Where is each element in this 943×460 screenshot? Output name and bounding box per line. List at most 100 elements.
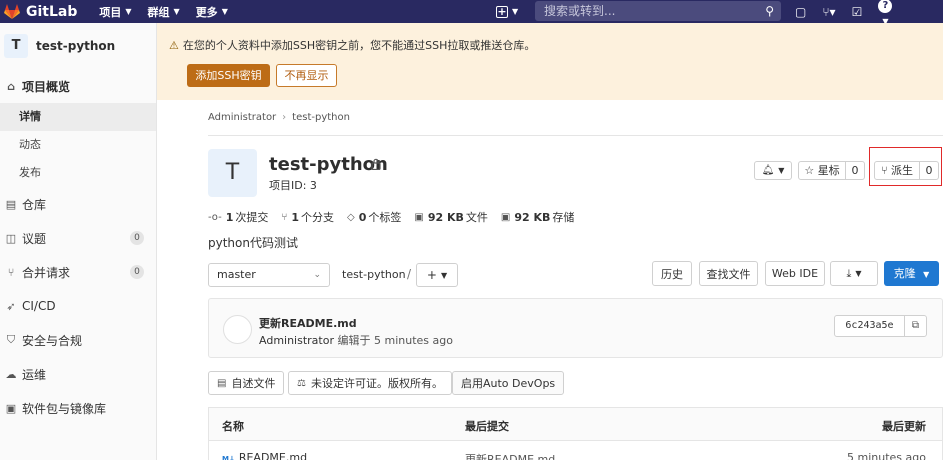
sidebar-item-label: CI/CD (22, 299, 56, 313)
branch-icon: ⑂ (281, 211, 288, 223)
commit-sha[interactable]: 6c243a5e (834, 315, 905, 337)
path-separator: / (407, 267, 412, 281)
dismiss-alert-button[interactable]: 不再显示 (276, 64, 337, 87)
project-sidebar: T test-python ⌂ 项目概览 详情 动态 发布 ▤ 仓库 ◫ 议题 … (0, 23, 157, 460)
sidebar-item-repository[interactable]: ▤ 仓库 (0, 187, 156, 221)
commit-icon: -o- (208, 211, 222, 223)
add-file-dropdown[interactable]: + ▼ (416, 263, 458, 287)
new-item-dropdown[interactable]: + ▼ (496, 3, 524, 20)
commit-action: 编辑于 (337, 334, 371, 347)
readme-label: 自述文件 (231, 377, 276, 390)
nav-projects-label: 项目 (99, 5, 122, 19)
sidebar-project-header[interactable]: T test-python (0, 23, 156, 69)
notification-dropdown[interactable]: 🔔︎ ▼ (754, 161, 792, 180)
sidebar-item-merge-requests[interactable]: ⑂ 合并请求 0 (0, 255, 156, 289)
issues-icon[interactable]: ▢ (795, 5, 806, 19)
stat-branches[interactable]: ⑂ 1 个分支 (281, 209, 334, 225)
sidebar-item-issues[interactable]: ◫ 议题 0 (0, 221, 156, 255)
sidebar-item-operations[interactable]: ☁ 运维 (0, 357, 156, 391)
nav-groups[interactable]: 群组 ▼ (148, 4, 180, 20)
clone-dropdown[interactable]: 克隆 ▼ (884, 261, 939, 286)
sidebar-item-security[interactable]: ⛉ 安全与合规 (0, 323, 156, 357)
highlight-annotation-box (869, 147, 942, 186)
chevron-down-icon: ▼ (855, 269, 862, 278)
file-icon: ▤ (217, 377, 227, 389)
auto-devops-label: 启用Auto DevOps (461, 377, 556, 390)
web-ide-button[interactable]: Web IDE (765, 261, 825, 286)
stat-files[interactable]: ▣ 92 KB 文件 (414, 209, 488, 225)
sidebar-item-label: 项目概览 (22, 79, 71, 94)
sidebar-subitem-details[interactable]: 详情 (0, 103, 156, 131)
star-label-wrap: ☆ 星标 (799, 162, 846, 179)
commit-author[interactable]: Administrator (259, 334, 334, 347)
nav-menu: 项目 ▼ 群组 ▼ 更多 ▼ (99, 4, 243, 20)
branch-selector[interactable]: master ⌄ (208, 263, 330, 287)
lock-icon (371, 158, 381, 170)
tag-icon: ◇ (347, 211, 355, 223)
column-last-update: 最后更新 (882, 420, 926, 433)
add-ssh-key-button[interactable]: 添加SSH密钥 (187, 64, 270, 87)
clone-label: 克隆 (893, 267, 916, 280)
todos-icon[interactable]: ☑ (852, 5, 863, 19)
file-name-cell[interactable]: M↓ README.md (222, 451, 307, 460)
project-stats: -o- 1 次提交 ⑂ 1 个分支 ◇ 0 个标签 ▣ 92 KB 文件 ▣ 92 KB 存储 (208, 209, 587, 225)
brand-name: GitLab (26, 3, 78, 20)
project-avatar-large: T (208, 149, 257, 197)
stat-value: 0 (358, 210, 367, 224)
file-table: 名称 最后提交 最后更新 M↓ README.md 更新README.md 5 m… (208, 407, 943, 460)
column-name: 名称 (222, 420, 244, 433)
gitlab-logo[interactable]: GitLab (4, 4, 77, 20)
sidebar-item-cicd[interactable]: ➶ CI/CD (0, 289, 156, 323)
sidebar-project-name: test-python (36, 39, 116, 53)
stat-label: 存储 (552, 211, 575, 224)
warning-icon: ⚠ (169, 39, 179, 52)
license-button[interactable]: ⚖ 未设定许可证。版权所有。 (288, 371, 452, 395)
sidebar-item-label: 议题 (22, 231, 47, 246)
file-updated-cell: 5 minutes ago (847, 451, 926, 460)
sidebar-item-overview[interactable]: ⌂ 项目概览 (0, 69, 156, 103)
search-input[interactable]: 搜索或转到... ⚲ (535, 1, 781, 21)
sidebar-item-label: 安全与合规 (22, 333, 83, 348)
plus-icon: + (426, 268, 437, 282)
sidebar-subitem-releases[interactable]: 发布 (0, 159, 156, 187)
rocket-icon: ➶ (6, 299, 16, 313)
project-id: 项目ID: 3 (269, 179, 317, 192)
stat-label: 个标签 (368, 211, 402, 224)
star-button[interactable]: ☆ 星标 0 (798, 161, 865, 180)
sidebar-item-packages[interactable]: ▣ 软件包与镜像库 (0, 391, 156, 425)
sidebar-item-label: 仓库 (22, 197, 47, 212)
readme-button[interactable]: ▤ 自述文件 (208, 371, 285, 395)
merge-requests-icon[interactable]: ⑂▾ (822, 5, 835, 19)
breadcrumb: Administrator › test-python (208, 112, 350, 123)
nav-projects[interactable]: 项目 ▼ (99, 4, 131, 20)
stat-tags[interactable]: ◇ 0 个标签 (347, 209, 401, 225)
star-label: 星标 (817, 164, 840, 177)
bell-icon: 🔔︎ (761, 165, 775, 176)
star-count[interactable]: 0 (846, 164, 864, 177)
breadcrumb-project[interactable]: test-python (292, 112, 350, 123)
file-icon: ▣ (414, 211, 424, 223)
history-button[interactable]: 历史 (652, 261, 692, 286)
sidebar-subitem-activity[interactable]: 动态 (0, 131, 156, 159)
copy-sha-button[interactable]: ⧉ (904, 315, 927, 337)
repo-path[interactable]: test-python (342, 268, 406, 281)
storage-icon: ▣ (500, 211, 511, 223)
file-commit-cell[interactable]: 更新README.md (465, 451, 555, 460)
chevron-down-icon: ▼ (512, 7, 519, 16)
breadcrumb-namespace[interactable]: Administrator (208, 112, 276, 123)
nav-more[interactable]: 更多 ▼ (196, 4, 228, 20)
stat-storage: ▣ 92 KB 存储 (501, 209, 575, 225)
stat-value: 1 (291, 210, 300, 224)
table-header: 名称 最后提交 最后更新 (209, 408, 942, 441)
download-dropdown[interactable]: ⤓ ▼ (830, 261, 878, 286)
find-file-button[interactable]: 查找文件 (699, 261, 758, 286)
stat-commits[interactable]: -o- 1 次提交 (208, 209, 268, 225)
commit-message[interactable]: 更新README.md (259, 315, 357, 331)
scale-icon: ⚖ (297, 377, 306, 389)
avatar[interactable] (223, 315, 252, 344)
auto-devops-button[interactable]: 启用Auto DevOps (452, 371, 565, 395)
nav-groups-label: 群组 (147, 5, 170, 19)
table-row[interactable]: M↓ README.md 更新README.md 5 minutes ago (209, 441, 942, 460)
ssh-key-alert: ⚠ 在您的个人资料中添加SSH密钥之前，您不能通过SSH拉取或推送仓库。 添加SS… (157, 23, 943, 100)
shield-icon: ⛉ (6, 333, 16, 346)
